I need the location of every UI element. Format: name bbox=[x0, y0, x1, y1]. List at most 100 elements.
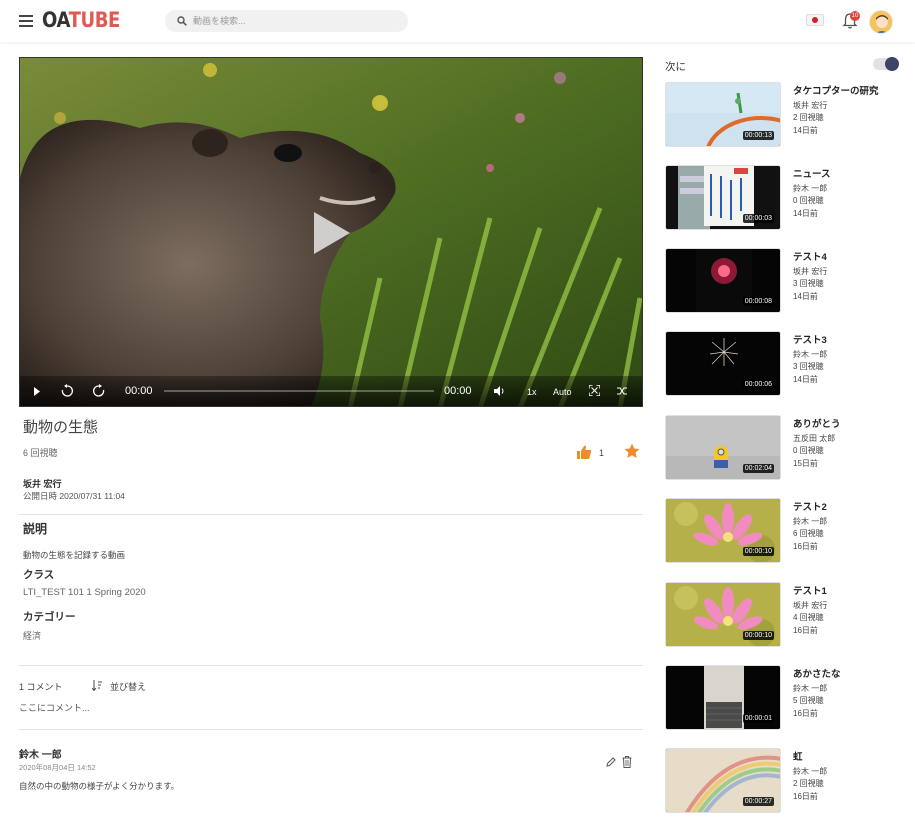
duration-label: 00:00:13 bbox=[742, 131, 774, 140]
comment-text: 自然の中の動物の様子がよく分かります。 bbox=[19, 781, 180, 791]
video-thumbnail: 00:00:01 bbox=[665, 665, 781, 730]
rec-age: 14日前 bbox=[793, 209, 818, 218]
comment-author: 鈴木 一郎 bbox=[19, 750, 62, 761]
divider bbox=[19, 514, 643, 515]
recommended-video[interactable]: 00:00:10 テスト1 坂井 宏行 4 回視聴 16日前 bbox=[665, 582, 910, 648]
volume-icon[interactable] bbox=[494, 386, 505, 396]
rec-views: 0 回視聴 bbox=[793, 196, 824, 205]
rec-title: ありがとう bbox=[793, 419, 841, 430]
rec-views: 4 回視聴 bbox=[793, 613, 824, 622]
rec-author: 鈴木 一郎 bbox=[793, 517, 828, 526]
recommended-video[interactable]: 00:02:04 ありがとう 五反田 太郎 0 回視聴 15日前 bbox=[665, 415, 910, 481]
search-input[interactable] bbox=[193, 13, 393, 29]
rec-title: テスト2 bbox=[793, 502, 827, 513]
publish-date: 公開日時 2020/07/31 11:04 bbox=[23, 491, 125, 501]
rec-age: 16日前 bbox=[793, 792, 818, 801]
duration-label: 00:00:08 bbox=[742, 297, 774, 306]
rec-age: 16日前 bbox=[793, 626, 818, 635]
rec-age: 14日前 bbox=[793, 375, 818, 384]
rec-views: 5 回視聴 bbox=[793, 696, 824, 705]
sort-button[interactable]: 並び替え bbox=[110, 680, 146, 693]
divider bbox=[19, 665, 643, 666]
video-thumbnail: 00:00:10 bbox=[665, 582, 781, 647]
like-count: 1 bbox=[599, 448, 605, 458]
japan-flag-icon[interactable] bbox=[806, 14, 824, 26]
comment-count: 1 コメント bbox=[19, 682, 63, 692]
rec-author: 鈴木 一郎 bbox=[793, 684, 828, 693]
recommended-video[interactable]: 00:00:03 ニュース 鈴木 一郎 0 回視聴 14日前 bbox=[665, 165, 910, 231]
rec-views: 2 回視聴 bbox=[793, 113, 824, 122]
quality-button[interactable]: Auto bbox=[553, 387, 572, 397]
duration-label: 00:00:27 bbox=[742, 797, 774, 806]
description-text: 動物の生態を記録する動画 bbox=[23, 550, 126, 560]
rec-age: 15日前 bbox=[793, 459, 818, 468]
duration-label: 00:00:10 bbox=[742, 631, 774, 640]
rec-title: テスト4 bbox=[793, 252, 827, 263]
rec-age: 16日前 bbox=[793, 542, 818, 551]
duration-label: 00:00:06 bbox=[742, 380, 774, 389]
search-icon bbox=[177, 16, 187, 26]
rec-author: 鈴木 一郎 bbox=[793, 184, 828, 193]
oatube-logo[interactable]: OATUBE bbox=[42, 8, 120, 32]
sort-icon[interactable] bbox=[92, 680, 102, 691]
rec-age: 16日前 bbox=[793, 709, 818, 718]
rec-title: テスト1 bbox=[793, 586, 827, 597]
user-avatar[interactable] bbox=[869, 10, 893, 34]
duration-label: 00:00:10 bbox=[742, 547, 774, 556]
rec-views: 3 回視聴 bbox=[793, 362, 824, 371]
forward-icon[interactable] bbox=[93, 384, 105, 397]
thumbs-up-icon[interactable] bbox=[576, 444, 592, 460]
video-thumbnail: 00:00:03 bbox=[665, 165, 781, 230]
uploader-name[interactable]: 坂井 宏行 bbox=[23, 477, 62, 490]
rec-author: 坂井 宏行 bbox=[793, 101, 828, 110]
rec-age: 14日前 bbox=[793, 126, 818, 135]
recommended-video[interactable]: 00:00:10 テスト2 鈴木 一郎 6 回視聴 16日前 bbox=[665, 498, 910, 564]
rec-author: 坂井 宏行 bbox=[793, 267, 828, 276]
recommended-video[interactable]: 00:00:13 タケコプターの研究 坂井 宏行 2 回視聴 14日前 bbox=[665, 82, 910, 148]
comment-input[interactable] bbox=[19, 700, 643, 716]
top-bar: OATUBE 10 bbox=[0, 0, 915, 42]
rec-title: タケコプターの研究 bbox=[793, 86, 879, 97]
up-next-label: 次に bbox=[665, 61, 686, 73]
duration-label: 00:00:03 bbox=[742, 214, 774, 223]
rec-views: 2 回視聴 bbox=[793, 779, 824, 788]
player-controls: 00:00 00:00 1x Auto bbox=[20, 376, 642, 406]
recommended-video[interactable]: 00:00:06 テスト3 鈴木 一郎 3 回視聴 14日前 bbox=[665, 331, 910, 397]
fullscreen-icon[interactable] bbox=[589, 385, 600, 396]
edit-pencil-icon[interactable] bbox=[606, 757, 616, 767]
description-heading: 説明 bbox=[23, 522, 48, 536]
rec-author: 鈴木 一郎 bbox=[793, 767, 828, 776]
video-thumbnail: 00:00:06 bbox=[665, 331, 781, 396]
divider bbox=[19, 729, 643, 730]
class-label: クラス bbox=[23, 569, 55, 581]
rec-title: ニュース bbox=[793, 169, 831, 180]
category-value: 経済 bbox=[23, 631, 42, 641]
recommended-video[interactable]: 00:00:01 あかさたな 鈴木 一郎 5 回視聴 16日前 bbox=[665, 665, 910, 731]
video-thumbnail: 00:00:13 bbox=[665, 82, 781, 147]
recommended-video[interactable]: 00:00:27 虹 鈴木 一郎 2 回視聴 16日前 bbox=[665, 748, 910, 814]
view-count: 6 回視聴 bbox=[23, 448, 58, 458]
progress-bar[interactable] bbox=[164, 390, 434, 392]
rewind-icon[interactable] bbox=[61, 384, 73, 397]
class-value: LTI_TEST 101 1 Spring 2020 bbox=[23, 587, 146, 598]
current-time: 00:00 bbox=[125, 385, 153, 397]
hamburger-menu-icon[interactable] bbox=[19, 15, 33, 27]
rec-age: 14日前 bbox=[793, 292, 818, 301]
rec-title: 虹 bbox=[793, 752, 803, 763]
recommended-video[interactable]: 00:00:08 テスト4 坂井 宏行 3 回視聴 14日前 bbox=[665, 248, 910, 314]
video-thumbnail: 00:00:10 bbox=[665, 498, 781, 563]
autoplay-toggle[interactable] bbox=[873, 57, 899, 71]
star-icon[interactable] bbox=[624, 443, 640, 459]
shuffle-icon[interactable] bbox=[617, 386, 627, 396]
rec-author: 鈴木 一郎 bbox=[793, 350, 828, 359]
trash-icon[interactable] bbox=[622, 756, 632, 768]
video-player[interactable]: 00:00 00:00 1x Auto bbox=[19, 57, 643, 407]
total-time: 00:00 bbox=[444, 385, 472, 397]
play-icon[interactable] bbox=[33, 387, 41, 396]
rec-views: 0 回視聴 bbox=[793, 446, 824, 455]
play-overlay-icon[interactable] bbox=[312, 210, 352, 256]
speed-button[interactable]: 1x bbox=[527, 387, 537, 397]
duration-label: 00:02:04 bbox=[742, 464, 774, 473]
rec-views: 3 回視聴 bbox=[793, 279, 824, 288]
duration-label: 00:00:01 bbox=[742, 714, 774, 723]
